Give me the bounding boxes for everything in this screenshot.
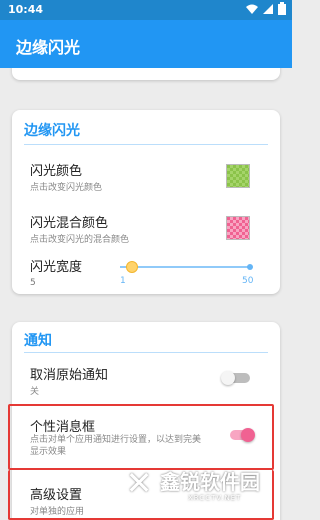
section-title-notification: 通知 — [24, 333, 52, 349]
battery-icon — [278, 2, 286, 15]
edge-flash-card: 边缘闪光 闪光颜色 点击改变闪光颜色 闪光混合颜色 点击改变闪光的混合颜色 闪光… — [12, 110, 280, 294]
flash-mix-color-item[interactable]: 闪光混合颜色 点击改变闪光的混合颜色 — [12, 208, 280, 254]
section-title-underline — [24, 352, 268, 353]
page-title: 边缘闪光 — [16, 38, 81, 57]
wifi-icon — [246, 4, 258, 14]
previous-slider-card: 30 1 50 — [12, 68, 280, 80]
flash-width-tick-max: 50 — [242, 276, 254, 286]
flash-width-slider-thumb[interactable] — [126, 261, 138, 273]
watermark-logo-icon: ✕ — [125, 464, 153, 502]
flash-width-title: 闪光宽度 — [30, 260, 83, 275]
watermark: ✕ 鑫锐软件园 XRCCTV.NET — [122, 464, 278, 508]
flash-mix-color-title: 闪光混合颜色 — [30, 216, 109, 231]
cancel-notification-title: 取消原始通知 — [30, 368, 109, 383]
cancel-original-notification-item[interactable]: 取消原始通知 关 — [12, 362, 280, 402]
cancel-notification-switch-thumb[interactable] — [221, 371, 235, 385]
signal-icon — [263, 3, 273, 14]
status-icons — [246, 2, 286, 15]
section-title-edge-flash: 边缘闪光 — [24, 123, 80, 139]
flash-color-subtitle: 点击改变闪光颜色 — [30, 183, 103, 193]
section-title-underline — [24, 144, 268, 145]
flash-mix-color-subtitle: 点击改变闪光的混合颜色 — [30, 235, 130, 245]
status-time: 10:44 — [8, 3, 44, 16]
flash-width-item: 闪光宽度 5 1 50 — [12, 256, 280, 294]
watermark-name: 鑫锐软件园 — [160, 470, 260, 494]
highlight-box-personal — [8, 404, 274, 470]
flash-width-slider-end — [247, 264, 253, 270]
app-toolbar: 边缘闪光 — [0, 20, 292, 68]
flash-width-tick-min: 1 — [120, 276, 126, 286]
flash-color-item[interactable]: 闪光颜色 点击改变闪光颜色 — [12, 154, 280, 200]
flash-color-title: 闪光颜色 — [30, 164, 83, 179]
watermark-url: XRCCTV.NET — [188, 494, 242, 502]
flash-color-swatch[interactable] — [226, 164, 250, 188]
status-bar: 10:44 — [0, 0, 292, 20]
cancel-notification-subtitle: 关 — [30, 387, 40, 397]
flash-mix-color-swatch[interactable] — [226, 216, 250, 240]
flash-width-slider-track[interactable] — [120, 266, 250, 268]
settings-content[interactable]: 30 1 50 边缘闪光 闪光颜色 点击改变闪光颜色 闪光混合颜色 点击改变闪光… — [0, 68, 292, 520]
flash-width-value: 5 — [30, 278, 36, 288]
